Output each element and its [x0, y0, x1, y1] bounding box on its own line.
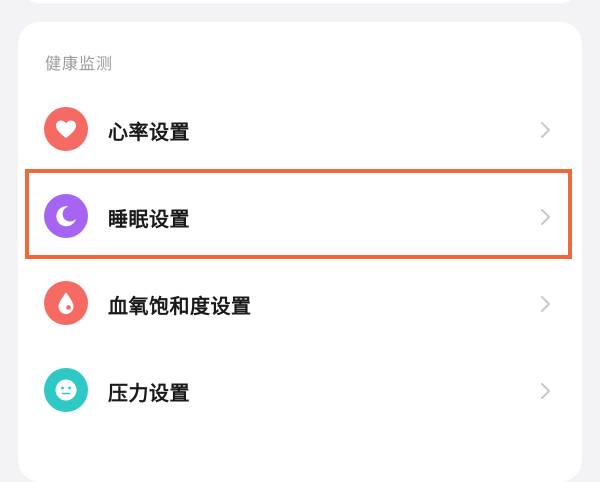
- health-monitoring-card: 健康监测 心率设置 睡眠设置 血氧饱和度设置 压力设置: [18, 22, 582, 482]
- face-icon: [44, 368, 88, 412]
- heart-rate-settings-item[interactable]: 心率设置: [18, 86, 582, 174]
- sleep-settings-item[interactable]: 睡眠设置: [18, 173, 582, 261]
- chevron-right-icon: [541, 383, 550, 399]
- heart-icon: [44, 107, 88, 151]
- section-title: 健康监测: [45, 54, 114, 73]
- heart-rate-settings-label: 心率设置: [108, 120, 190, 144]
- stress-settings-item[interactable]: 压力设置: [18, 347, 582, 435]
- blood-oxygen-settings-item[interactable]: 血氧饱和度设置: [18, 260, 582, 348]
- chevron-right-icon: [541, 122, 550, 138]
- chevron-right-icon: [541, 296, 550, 312]
- blood-oxygen-settings-label: 血氧饱和度设置: [108, 294, 252, 318]
- drop-icon: [44, 281, 88, 325]
- sleep-settings-label: 睡眠设置: [108, 207, 190, 231]
- chevron-right-icon: [541, 209, 550, 225]
- moon-icon: [44, 194, 88, 238]
- previous-card: [18, 0, 582, 3]
- stress-settings-label: 压力设置: [108, 381, 190, 405]
